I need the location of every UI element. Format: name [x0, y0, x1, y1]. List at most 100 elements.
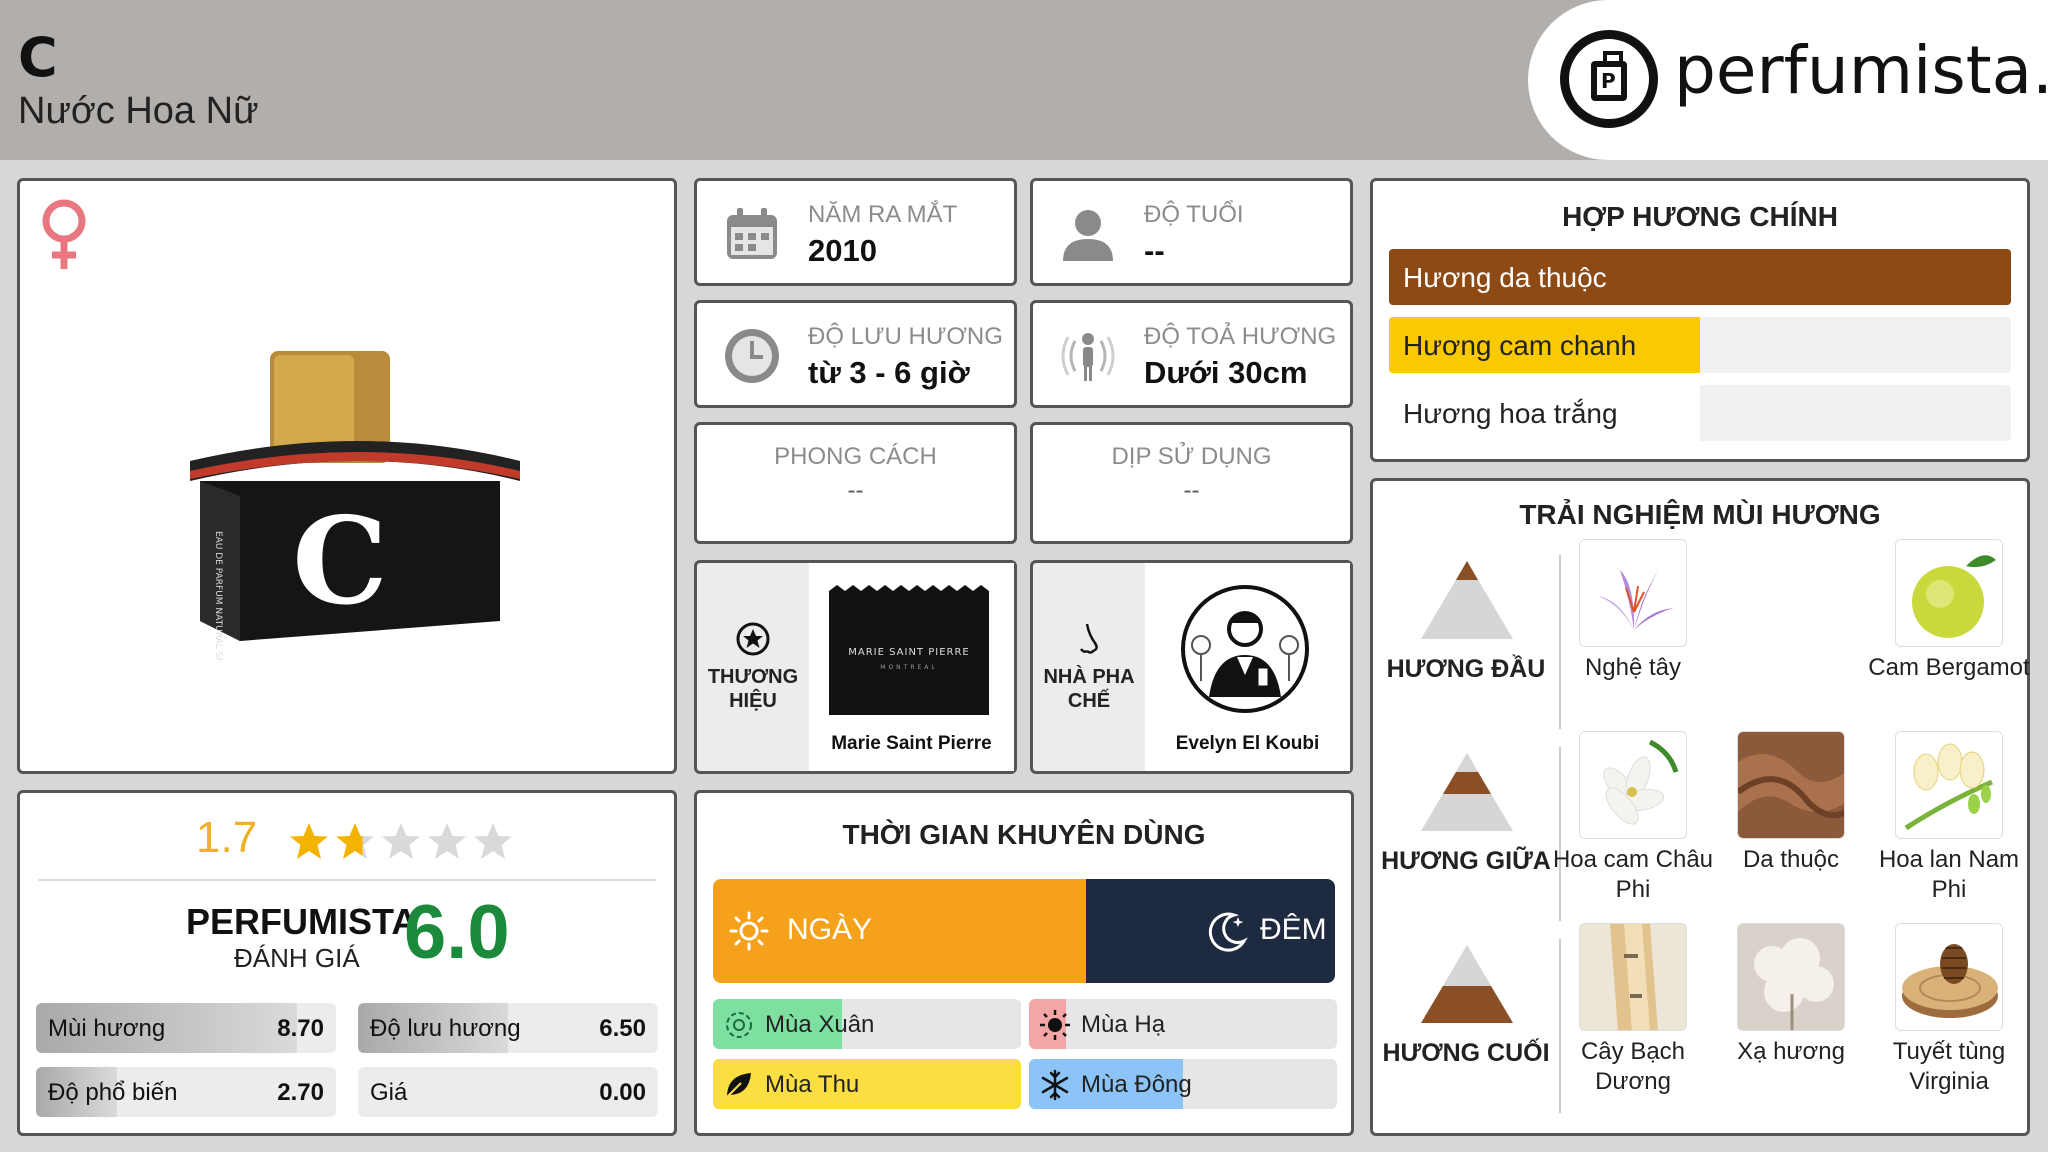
leather-icon[interactable] [1737, 731, 1845, 839]
season-name: Mùa Hạ [1081, 1011, 1166, 1038]
perfumer-label-line2: CHẾ [1067, 690, 1111, 712]
rating-stat-name: Mùi hương [48, 1015, 166, 1042]
user-rating: 1.7 [20, 809, 674, 865]
release-year-value: 2010 [808, 233, 877, 268]
perfumer-card[interactable]: NHÀ PHA CHẾ Evelyn El Koubi [1030, 560, 1353, 774]
nose-icon [1080, 623, 1098, 654]
note-name: Tuyết tùng Virginia [1892, 1038, 2006, 1095]
age-card: ĐỘ TUỔI -- [1030, 178, 1353, 286]
note-name: Nghệ tây [1584, 654, 1682, 681]
rating-stat-value: 2.70 [277, 1079, 324, 1106]
perfumer-avatar-icon [1181, 585, 1309, 713]
note-tier-label: HƯƠNG CUỐI [1382, 1039, 1550, 1067]
note-name: Da thuộc [1742, 846, 1840, 873]
sillage-label: ĐỘ TOẢ HƯƠNG [1144, 323, 1337, 350]
age-value: -- [1144, 233, 1165, 268]
star-badge-icon [736, 622, 770, 656]
style-value: -- [847, 477, 864, 504]
bottle-letter: C [292, 491, 388, 632]
brand-logo-sub: MONTREAL [880, 664, 937, 671]
recommended-time-card: THỜI GIAN KHUYÊN DÙNG NGÀY ĐÊM Mùa Xuân M… [694, 790, 1354, 1136]
rating-stat: Mùi hương 8.70 [36, 1003, 336, 1053]
age-label: ĐỘ TUỔI [1144, 201, 1244, 228]
rating-star-icon [472, 821, 514, 863]
main-accords-title: HỢP HƯƠNG CHÍNH [1562, 201, 1838, 232]
orange-blossom-icon[interactable] [1579, 731, 1687, 839]
calendar-icon [727, 208, 777, 259]
brand-logo-text: MARIE SAINT PIERRE [848, 647, 969, 658]
flower-icon [726, 1012, 752, 1038]
brand-card[interactable]: THƯƠNG HIỆU MARIE SAINT PIERRE MONTREAL M… [694, 560, 1017, 774]
occasion-label: DỊP SỬ DỤNG [1111, 443, 1272, 470]
birch-icon[interactable] [1579, 923, 1687, 1031]
note-name: Cây Bạch Dương [1580, 1038, 1686, 1095]
release-year-label: NĂM RA MẮT [808, 201, 958, 228]
perfume-category: Nước Hoa Nữ [18, 90, 259, 132]
rating-stat: Độ phổ biến 2.70 [36, 1067, 336, 1117]
rating-divider [38, 879, 656, 881]
perfume-bottle-image: C EAU DE PARFUM NATURAL SPRAY [190, 351, 520, 661]
style-label: PHONG CÁCH [774, 443, 937, 470]
perfumista-sub: ĐÁNH GIÁ [234, 943, 360, 973]
season-name: Mùa Thu [765, 1071, 860, 1098]
season-bar: Mùa Hạ [1029, 999, 1337, 1049]
brand-label-line1: THƯƠNG [707, 666, 799, 688]
cedar-icon[interactable] [1895, 923, 2003, 1031]
freesia-icon[interactable] [1895, 731, 2003, 839]
season-name: Mùa Đông [1081, 1071, 1192, 1098]
note-tier-label: HƯƠNG GIỮA [1381, 847, 1551, 875]
sillage-icon [1061, 333, 1115, 381]
note-name: Cam Bergamot [1868, 654, 2030, 681]
rating-stat: Giá 0.00 [358, 1067, 658, 1117]
season-bar: Mùa Thu [713, 1059, 1021, 1109]
perfumista-score: 6.0 [404, 890, 510, 975]
recommended-time-title: THỜI GIAN KHUYÊN DÙNG [842, 819, 1206, 850]
season-fill [713, 1059, 1021, 1109]
bergamot-icon[interactable] [1895, 539, 2003, 647]
page-header: C Nước Hoa Nữ perfumista.vn [0, 0, 2048, 160]
rating-stat: Độ lưu hương 6.50 [358, 1003, 658, 1053]
brand-name: Marie Saint Pierre [831, 733, 992, 754]
musk-icon[interactable] [1737, 923, 1845, 1031]
occasion-card: DỊP SỬ DỤNG -- [1030, 422, 1353, 544]
brand-label-line2: HIỆU [729, 690, 777, 712]
perfumista-label: PERFUMISTA [186, 901, 418, 942]
day-night-bar: NGÀY ĐÊM [713, 879, 1335, 983]
perfume-title: C [18, 26, 58, 89]
season-bar: Mùa Xuân [713, 999, 1021, 1049]
accord-bar[interactable]: Hương cam chanh [1389, 317, 2011, 373]
accord-bar[interactable]: Hương da thuộc [1389, 249, 2011, 305]
sun-icon [1040, 1010, 1070, 1040]
season-name: Mùa Xuân [765, 1011, 875, 1038]
tier-divider [1559, 555, 1561, 729]
perfumer-label-line1: NHÀ PHA [1043, 666, 1135, 688]
rating-star-icon [380, 821, 422, 863]
longevity-value: từ 3 - 6 giờ [808, 355, 970, 390]
note-pyramid-icon [1421, 945, 1513, 1023]
rating-stat-name: Độ phổ biến [48, 1079, 178, 1106]
rating-star-icon [334, 821, 376, 863]
note-tier-label: HƯƠNG ĐẦU [1386, 655, 1546, 683]
snowflake-icon [1041, 1069, 1069, 1101]
sillage-card: ĐỘ TOẢ HƯƠNG Dưới 30cm [1030, 300, 1353, 408]
main-accords-card: HỢP HƯƠNG CHÍNH Hương da thuộc Hương cam … [1370, 178, 2030, 462]
rating-card: 1.7 PERFUMISTA ĐÁNH GIÁ 6.0 Mùi hương 8.7… [17, 790, 677, 1136]
rating-stat-name: Giá [370, 1079, 408, 1106]
note-pyramid-icon [1421, 753, 1513, 831]
note-pyramid-icon [1421, 561, 1513, 639]
saffron-icon[interactable] [1579, 539, 1687, 647]
night-segment: ĐÊM [1086, 879, 1335, 983]
longevity-label: ĐỘ LƯU HƯƠNG [808, 323, 1003, 350]
person-icon [1063, 210, 1113, 261]
site-logo[interactable]: perfumista.vn [1528, 0, 2048, 160]
rating-stat-value: 8.70 [277, 1015, 324, 1042]
leaf-icon [726, 1073, 751, 1098]
user-rating-score: 1.7 [196, 813, 258, 862]
longevity-card: ĐỘ LƯU HƯƠNG từ 3 - 6 giờ [694, 300, 1017, 408]
accord-bar[interactable]: Hương hoa trắng [1389, 385, 2011, 441]
brand-logo-image: MARIE SAINT PIERRE MONTREAL [829, 585, 989, 715]
rating-stat-value: 0.00 [599, 1079, 646, 1106]
accord-name: Hương hoa trắng [1403, 398, 1618, 429]
scent-experience-card: TRẢI NGHIỆM MÙI HƯƠNG HƯƠNG ĐẦU Nghệ tây C… [1370, 478, 2030, 1136]
season-bar: Mùa Đông [1029, 1059, 1337, 1109]
